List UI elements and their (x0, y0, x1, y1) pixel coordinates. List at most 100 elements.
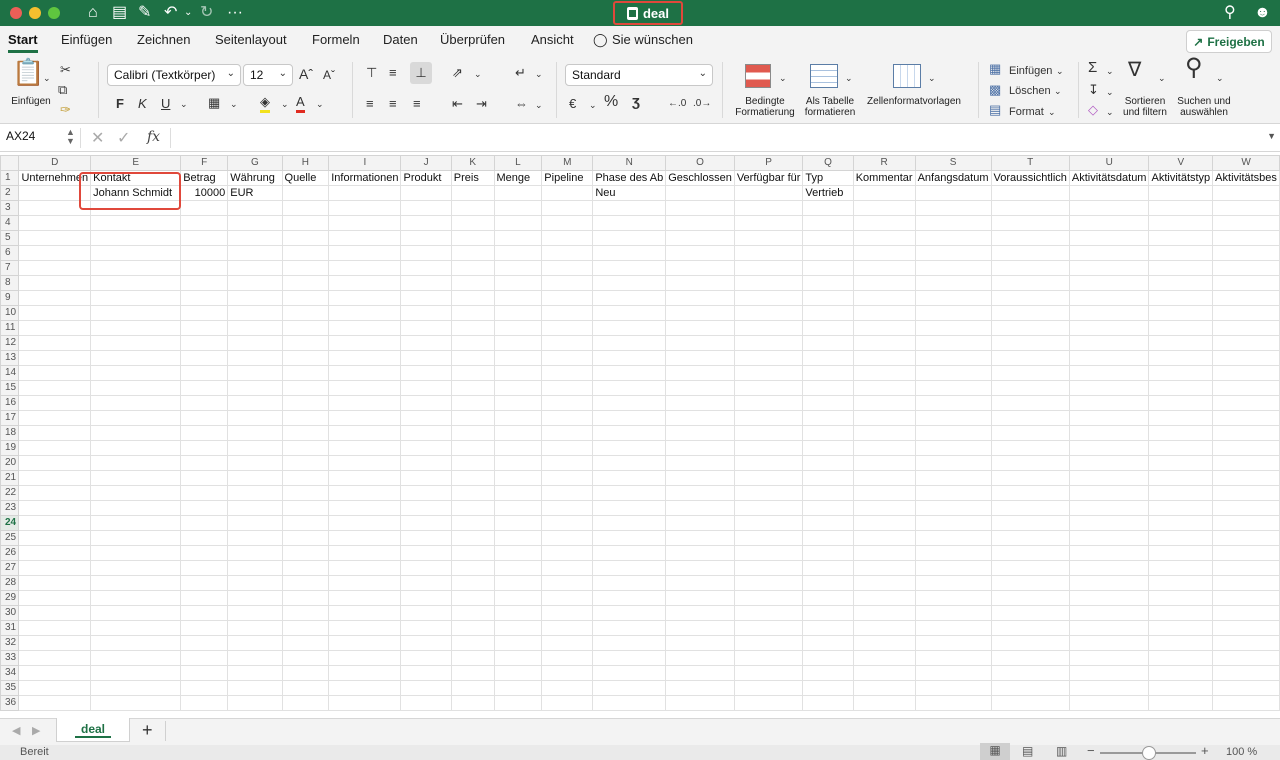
cell[interactable] (1148, 260, 1214, 276)
cell[interactable] (1148, 590, 1214, 606)
cell[interactable] (592, 395, 667, 411)
cell[interactable] (733, 380, 804, 396)
cell[interactable] (180, 290, 229, 306)
column-header-s[interactable]: S (914, 155, 992, 171)
cell[interactable] (328, 515, 402, 531)
cell-styles-dropdown-icon[interactable]: ⌄ (928, 70, 936, 86)
cell[interactable] (1212, 290, 1280, 306)
cell[interactable] (541, 665, 594, 681)
cell[interactable] (493, 245, 543, 261)
cell[interactable] (18, 185, 92, 201)
cell[interactable] (1212, 260, 1280, 276)
cell[interactable] (18, 410, 92, 426)
cell[interactable] (1212, 680, 1280, 696)
cell[interactable] (1212, 365, 1280, 381)
row-header[interactable]: 5 (0, 230, 20, 246)
add-sheet-button[interactable]: + (142, 720, 153, 741)
cell[interactable] (990, 470, 1070, 486)
column-header-r[interactable]: R (852, 155, 916, 171)
cell[interactable] (990, 530, 1070, 546)
cell[interactable] (733, 185, 804, 201)
cell[interactable] (18, 260, 92, 276)
cell[interactable] (90, 410, 182, 426)
cell[interactable] (1068, 305, 1150, 321)
cell[interactable] (180, 200, 229, 216)
cell[interactable] (541, 290, 594, 306)
cell[interactable] (281, 425, 330, 441)
cell[interactable] (493, 605, 543, 621)
align-middle-icon[interactable]: ≡ (389, 65, 397, 81)
cell[interactable] (18, 665, 92, 681)
cell[interactable] (852, 695, 916, 711)
cell[interactable] (592, 260, 667, 276)
cell[interactable] (90, 485, 182, 501)
cell[interactable] (1068, 350, 1150, 366)
cell[interactable] (227, 590, 283, 606)
cell[interactable] (914, 215, 992, 231)
cell[interactable] (541, 455, 594, 471)
cell[interactable] (541, 185, 594, 201)
cell[interactable] (18, 320, 92, 336)
cell[interactable] (592, 530, 667, 546)
cell[interactable] (592, 455, 667, 471)
cell[interactable] (180, 470, 229, 486)
cell[interactable] (450, 470, 495, 486)
copy-icon[interactable]: ⧉ (58, 82, 67, 98)
cell[interactable] (665, 215, 735, 231)
cell[interactable] (802, 530, 854, 546)
cell[interactable] (1212, 185, 1280, 201)
cell[interactable] (400, 590, 452, 606)
cell[interactable] (914, 395, 992, 411)
cell[interactable] (1148, 620, 1214, 636)
cell[interactable] (1068, 425, 1150, 441)
sort-filter-dropdown-icon[interactable]: ⌄ (1158, 70, 1166, 86)
cell[interactable] (328, 230, 402, 246)
row-header[interactable]: 18 (0, 425, 20, 441)
cell[interactable] (18, 530, 92, 546)
format-as-table-dropdown-icon[interactable]: ⌄ (845, 70, 853, 86)
find-select-label[interactable]: Suchen und auswählen (1174, 96, 1234, 118)
cell[interactable] (328, 305, 402, 321)
cell[interactable] (281, 680, 330, 696)
cell[interactable] (802, 365, 854, 381)
insert-cells-icon[interactable]: ▦ (989, 61, 1001, 77)
cell[interactable] (450, 620, 495, 636)
cell[interactable] (665, 665, 735, 681)
cell[interactable] (1068, 575, 1150, 591)
cell[interactable] (733, 320, 804, 336)
cell[interactable] (328, 320, 402, 336)
cell[interactable] (665, 335, 735, 351)
cell[interactable] (852, 620, 916, 636)
cell[interactable] (90, 230, 182, 246)
cell[interactable] (281, 275, 330, 291)
cell[interactable] (1068, 695, 1150, 711)
name-box[interactable]: AX24 (6, 129, 35, 143)
row-header[interactable]: 14 (0, 365, 20, 381)
cell[interactable] (18, 230, 92, 246)
cell[interactable] (227, 560, 283, 576)
cell[interactable] (733, 500, 804, 516)
zoom-in-button[interactable]: + (1201, 743, 1209, 758)
cell[interactable] (90, 275, 182, 291)
cell[interactable] (18, 485, 92, 501)
cell[interactable] (450, 320, 495, 336)
cut-icon[interactable]: ✂ (60, 62, 71, 78)
tab-seitenlayout[interactable]: Seitenlayout (215, 32, 287, 47)
cell[interactable] (1148, 365, 1214, 381)
cell[interactable] (180, 395, 229, 411)
cell[interactable] (990, 620, 1070, 636)
row-header[interactable]: 23 (0, 500, 20, 516)
column-header-f[interactable]: F (180, 155, 229, 171)
cell[interactable] (1068, 440, 1150, 456)
clear-icon[interactable]: ◇ (1088, 102, 1098, 118)
cell[interactable] (227, 305, 283, 321)
cell[interactable] (281, 620, 330, 636)
minimize-window-button[interactable] (29, 7, 41, 19)
cell[interactable] (493, 470, 543, 486)
cell[interactable] (852, 380, 916, 396)
cell[interactable] (1212, 230, 1280, 246)
cell[interactable] (990, 260, 1070, 276)
cell[interactable] (1212, 455, 1280, 471)
cell[interactable] (914, 560, 992, 576)
cell[interactable] (1068, 455, 1150, 471)
